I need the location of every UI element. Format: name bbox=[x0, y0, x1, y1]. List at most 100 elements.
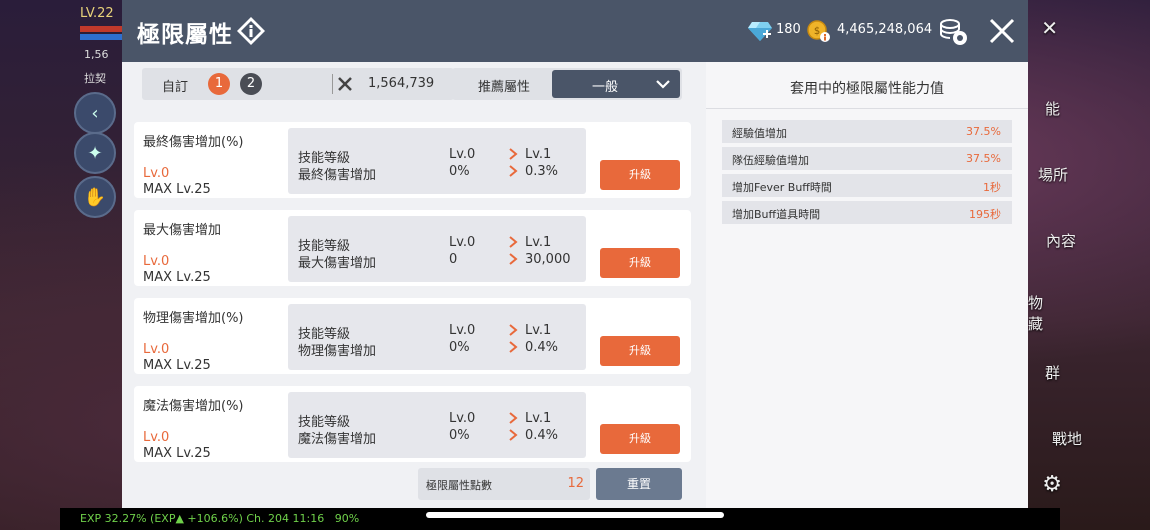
stat-detail: 技能等級 最大傷害增加 Lv.0 0 Lv.1 30,000 bbox=[288, 216, 586, 282]
divider bbox=[332, 74, 333, 94]
recommend-box: 推薦屬性 一般 bbox=[452, 68, 682, 100]
stat-name: 物理傷害增加(%) bbox=[143, 311, 244, 326]
gold-count: 4,465,248,064 bbox=[837, 22, 933, 37]
stat-card: 最終傷害增加(%) Lv.0 MAX Lv.25 技能等級 最終傷害增加 Lv.… bbox=[134, 122, 691, 198]
stat-name: 魔法傷害增加(%) bbox=[143, 399, 244, 414]
stat-level: Lv.0 bbox=[143, 342, 170, 357]
upgrade-button[interactable]: 升級 bbox=[600, 336, 680, 366]
detail-next-1: Lv.1 bbox=[525, 411, 552, 426]
menu-label-5[interactable]: 群 bbox=[1045, 362, 1060, 383]
detail-label-2: 物理傷害增加 bbox=[298, 344, 377, 359]
handshake-icon[interactable]: ✋ bbox=[74, 176, 116, 218]
reset-button[interactable]: 重置 bbox=[596, 468, 682, 500]
effect-value: 37.5% bbox=[966, 152, 1001, 165]
settings-gear-icon[interactable]: ⚙ bbox=[1042, 472, 1062, 497]
stat-card: 物理傷害增加(%) Lv.0 MAX Lv.25 技能等級 物理傷害增加 Lv.… bbox=[134, 298, 691, 374]
chevron-down-icon bbox=[656, 80, 670, 89]
chevron-right-icon bbox=[509, 165, 518, 177]
detail-next-1: Lv.1 bbox=[525, 323, 552, 338]
chevron-right-icon bbox=[509, 412, 518, 424]
effect-name: 增加Fever Buff時間 bbox=[732, 181, 832, 194]
mp-bar bbox=[80, 34, 122, 40]
upgrade-button[interactable]: 升級 bbox=[600, 248, 680, 278]
preset-label: 自訂 bbox=[162, 80, 189, 95]
effect-row: 增加Buff道具時間 195秒 bbox=[722, 201, 1012, 224]
combat-power-value: 1,564,739 bbox=[368, 76, 435, 91]
chevron-right-icon bbox=[509, 253, 518, 265]
upgrade-button[interactable]: 升級 bbox=[600, 160, 680, 190]
detail-next-2: 0.4% bbox=[525, 428, 559, 443]
detail-current-2: 0% bbox=[449, 428, 470, 443]
menu-label-3[interactable]: 內容 bbox=[1046, 230, 1076, 251]
detail-next-1: Lv.1 bbox=[525, 235, 552, 250]
close-icon[interactable] bbox=[988, 17, 1016, 45]
stat-detail: 技能等級 物理傷害增加 Lv.0 0% Lv.1 0.4% bbox=[288, 304, 586, 370]
stat-level: Lv.0 bbox=[143, 166, 170, 181]
stat-max-level: MAX Lv.25 bbox=[143, 358, 211, 373]
preset-tab-box: 自訂 1 2 1,564,739 bbox=[142, 68, 454, 100]
menu-label-1[interactable]: 能 bbox=[1045, 98, 1060, 119]
menu-label-6[interactable]: 戰地 bbox=[1052, 428, 1082, 449]
stat-name: 最終傷害增加(%) bbox=[143, 135, 244, 150]
effect-name: 經驗值增加 bbox=[732, 127, 787, 140]
detail-current-1: Lv.0 bbox=[449, 235, 476, 250]
preset-button-1[interactable]: 1 bbox=[208, 73, 230, 95]
effect-name: 隊伍經驗值增加 bbox=[732, 154, 809, 167]
svg-text:$: $ bbox=[814, 26, 820, 37]
crossed-swords-icon bbox=[338, 77, 352, 91]
stat-card: 魔法傷害增加(%) Lv.0 MAX Lv.25 技能等級 魔法傷害增加 Lv.… bbox=[134, 386, 691, 462]
detail-next-2: 0.4% bbox=[525, 340, 559, 355]
stat-card: 最大傷害增加 Lv.0 MAX Lv.25 技能等級 最大傷害增加 Lv.0 0… bbox=[134, 210, 691, 286]
chevron-right-icon bbox=[509, 236, 518, 248]
stat-level: Lv.0 bbox=[143, 430, 170, 445]
detail-next-2: 30,000 bbox=[525, 252, 571, 267]
stat-max-level: MAX Lv.25 bbox=[143, 446, 211, 461]
gem-count: 180 bbox=[776, 22, 801, 37]
detail-current-1: Lv.0 bbox=[449, 411, 476, 426]
detail-current-2: 0 bbox=[449, 252, 458, 267]
menu-label-4[interactable]: 物 藏 bbox=[1028, 292, 1060, 334]
effect-row: 隊伍經驗值增加 37.5% bbox=[722, 147, 1012, 170]
stat-list[interactable]: 最終傷害增加(%) Lv.0 MAX Lv.25 技能等級 最終傷害增加 Lv.… bbox=[134, 122, 691, 462]
hud-power: 1,56 bbox=[84, 48, 109, 61]
bg-close-icon: ✕ bbox=[1041, 16, 1058, 40]
applied-stats-panel: 套用中的極限屬性能力值 經驗值增加 37.5% 隊伍經驗值增加 37.5% 增加… bbox=[706, 62, 1028, 508]
detail-label-2: 魔法傷害增加 bbox=[298, 432, 377, 447]
detail-current-1: Lv.0 bbox=[449, 323, 476, 338]
preset-button-2[interactable]: 2 bbox=[240, 73, 262, 95]
detail-next-1: Lv.1 bbox=[525, 147, 552, 162]
effect-name: 增加Buff道具時間 bbox=[732, 208, 821, 221]
stat-detail: 技能等級 最終傷害增加 Lv.0 0% Lv.1 0.3% bbox=[288, 128, 586, 194]
detail-label-2: 最大傷害增加 bbox=[298, 256, 377, 271]
stat-name: 最大傷害增加 bbox=[143, 223, 222, 238]
satellite-icon[interactable]: ✦ bbox=[74, 132, 116, 174]
applied-stats-title: 套用中的極限屬性能力值 bbox=[790, 81, 944, 97]
back-arrow-icon[interactable]: ‹ bbox=[74, 92, 116, 134]
detail-next-2: 0.3% bbox=[525, 164, 559, 179]
dialog-header: 極限屬性 180 $ 4,465,248,064 bbox=[122, 0, 1028, 62]
right-side-menu: ✕ 能 場所 內容 物 藏 群 戰地 ⚙ bbox=[1028, 0, 1150, 530]
effect-value: 195秒 bbox=[969, 208, 1001, 221]
info-icon[interactable] bbox=[236, 16, 266, 46]
player-level: LV.22 bbox=[80, 6, 114, 21]
hud-location: 拉契 bbox=[84, 72, 106, 85]
detail-current-1: Lv.0 bbox=[449, 147, 476, 162]
coin-stack-settings-icon[interactable] bbox=[936, 14, 970, 48]
home-indicator[interactable] bbox=[426, 512, 724, 518]
stat-detail: 技能等級 魔法傷害增加 Lv.0 0% Lv.1 0.4% bbox=[288, 392, 586, 458]
limit-points-label: 極限屬性點數 bbox=[426, 479, 492, 492]
menu-label-2[interactable]: 場所 bbox=[1038, 164, 1068, 185]
limit-points-value: 12 bbox=[567, 476, 584, 491]
gem-icon bbox=[748, 22, 772, 41]
battery-text: 90% bbox=[334, 512, 360, 525]
chevron-right-icon bbox=[509, 429, 518, 441]
recommend-value: 一般 bbox=[592, 80, 619, 95]
stat-max-level: MAX Lv.25 bbox=[143, 182, 211, 197]
limit-attribute-dialog: 極限屬性 180 $ 4,465,248,064 自訂 1 2 1,564,73… bbox=[122, 0, 1028, 508]
detail-current-2: 0% bbox=[449, 340, 470, 355]
recommend-dropdown[interactable]: 一般 bbox=[552, 70, 680, 98]
effect-value: 1秒 bbox=[983, 181, 1001, 194]
detail-current-2: 0% bbox=[449, 164, 470, 179]
upgrade-button[interactable]: 升級 bbox=[600, 424, 680, 454]
chevron-right-icon bbox=[509, 341, 518, 353]
